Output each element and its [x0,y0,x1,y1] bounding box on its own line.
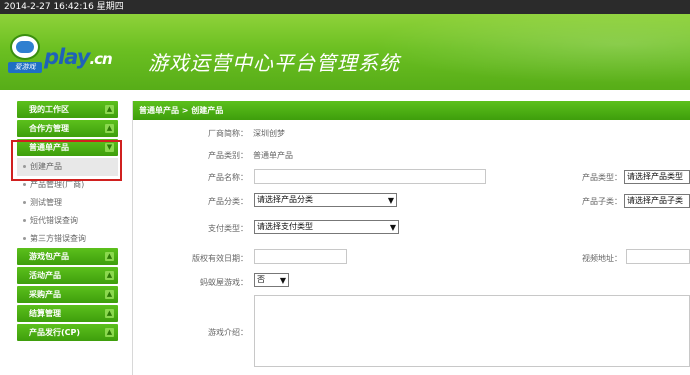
chevron-down-icon: ▼ [279,276,286,285]
subtype-label: 产品子类： [582,197,622,206]
logo-subtext: 爱游戏 [8,62,42,73]
sidebar-group-settlement[interactable]: 结算管理 ▲ [17,305,118,322]
product-type-label: 产品类型： [582,173,622,182]
vendor-label: 厂商简称： [208,129,248,138]
copyright-date-input[interactable] [254,249,347,264]
product-subtype-select[interactable]: 请选择产品子类 [624,194,690,208]
chevron-up-icon: ▲ [105,271,114,280]
datetime-text: 2014-2-27 16:42:16 星期四 [4,2,124,12]
product-classify-select[interactable]: 请选择产品分类 ▼ [254,193,397,207]
chevron-up-icon: ▲ [105,309,114,318]
sidebar-group-procurement[interactable]: 采购产品 ▲ [17,286,118,303]
sidebar: 我的工作区 ▲ 合作方管理 ▲ 普通单产品 ▼ 创建产品 产品管理(厂商) 测试管理 … [17,101,118,343]
category-value: 普通单产品 [253,151,293,160]
sidebar-group-activity[interactable]: 活动产品 ▲ [17,267,118,284]
product-name-input[interactable] [254,169,486,184]
chevron-up-icon: ▲ [105,328,114,337]
sidebar-item-test-management[interactable]: 测试管理 [17,194,118,212]
sidebar-group-game-package[interactable]: 游戏包产品 ▲ [17,248,118,265]
vendor-value: 深圳创梦 [253,129,285,138]
ant-house-select[interactable]: 否 ▼ [254,273,289,287]
chevron-down-icon: ▼ [389,223,396,232]
video-url-label: 视频地址： [582,254,622,263]
sidebar-group-workspace[interactable]: 我的工作区 ▲ [17,101,118,118]
category-label: 产品类别： [208,151,248,160]
name-label: 产品名称： [208,173,248,182]
gamepad-icon [16,41,34,53]
copyright-date-label: 版权有效日期： [192,254,248,263]
logo-wordmark: play.cn [44,45,113,69]
bullet-icon [23,183,26,186]
pay-type-label: 支付类型： [208,224,248,233]
bullet-icon [23,219,26,222]
breadcrumb: 普通单产品 > 创建产品 [133,101,690,120]
status-bar: 2014-2-27 16:42:16 星期四 [0,0,690,14]
annotation-highlight [11,140,122,181]
system-title: 游戏运营中心平台管理系统 [148,51,400,75]
ant-house-label: 蚂蚁屋游戏： [200,278,248,287]
product-type-select[interactable]: 请选择产品类型 [624,170,690,184]
sidebar-item-sms-error-query[interactable]: 短代错误查询 [17,212,118,230]
sidebar-item-third-party-error-query[interactable]: 第三方错误查询 [17,230,118,248]
app-header: 爱游戏 play.cn 游戏运营中心平台管理系统 [0,14,690,90]
pay-type-select[interactable]: 请选择支付类型 ▼ [254,220,399,234]
sidebar-group-partners[interactable]: 合作方管理 ▲ [17,120,118,137]
chevron-up-icon: ▲ [105,252,114,261]
chevron-up-icon: ▲ [105,124,114,133]
game-intro-textarea[interactable] [254,295,690,367]
logo-icon: 爱游戏 [8,34,42,73]
chevron-up-icon: ▲ [105,105,114,114]
video-url-input[interactable] [626,249,690,264]
intro-label: 游戏介绍： [208,328,248,337]
chevron-down-icon: ▼ [387,196,394,205]
sidebar-group-cp-release[interactable]: 产品发行(CP) ▲ [17,324,118,341]
bullet-icon [23,201,26,204]
classify-label: 产品分类： [208,197,248,206]
bullet-icon [23,237,26,240]
chevron-up-icon: ▲ [105,290,114,299]
